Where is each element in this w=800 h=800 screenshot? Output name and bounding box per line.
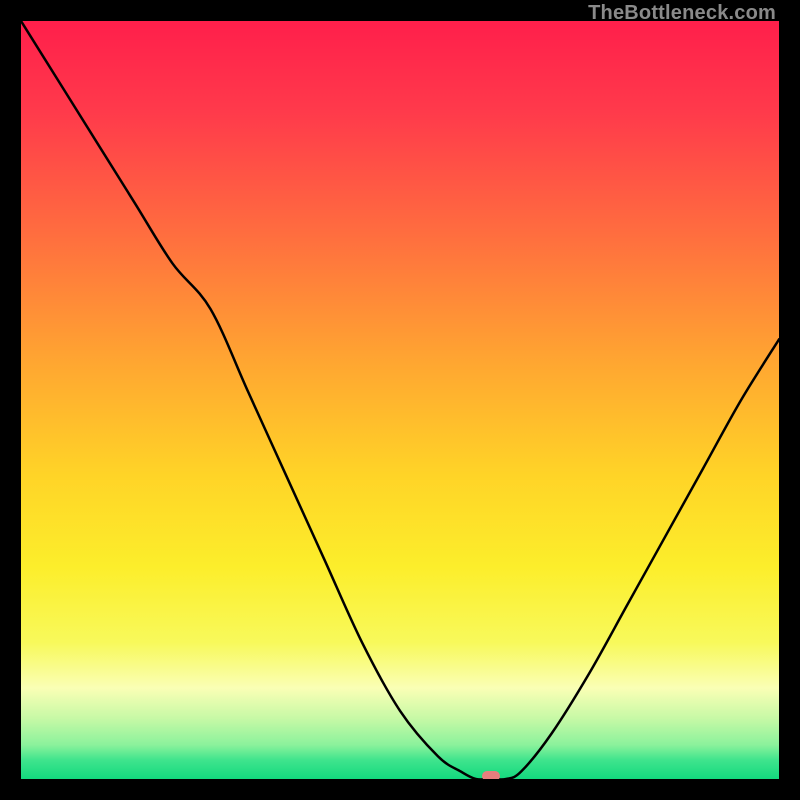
bottleneck-curve — [21, 21, 779, 779]
plot-area — [21, 21, 779, 779]
optimal-marker — [482, 771, 500, 779]
chart-container: TheBottleneck.com — [0, 0, 800, 800]
attribution-text: TheBottleneck.com — [588, 2, 776, 25]
